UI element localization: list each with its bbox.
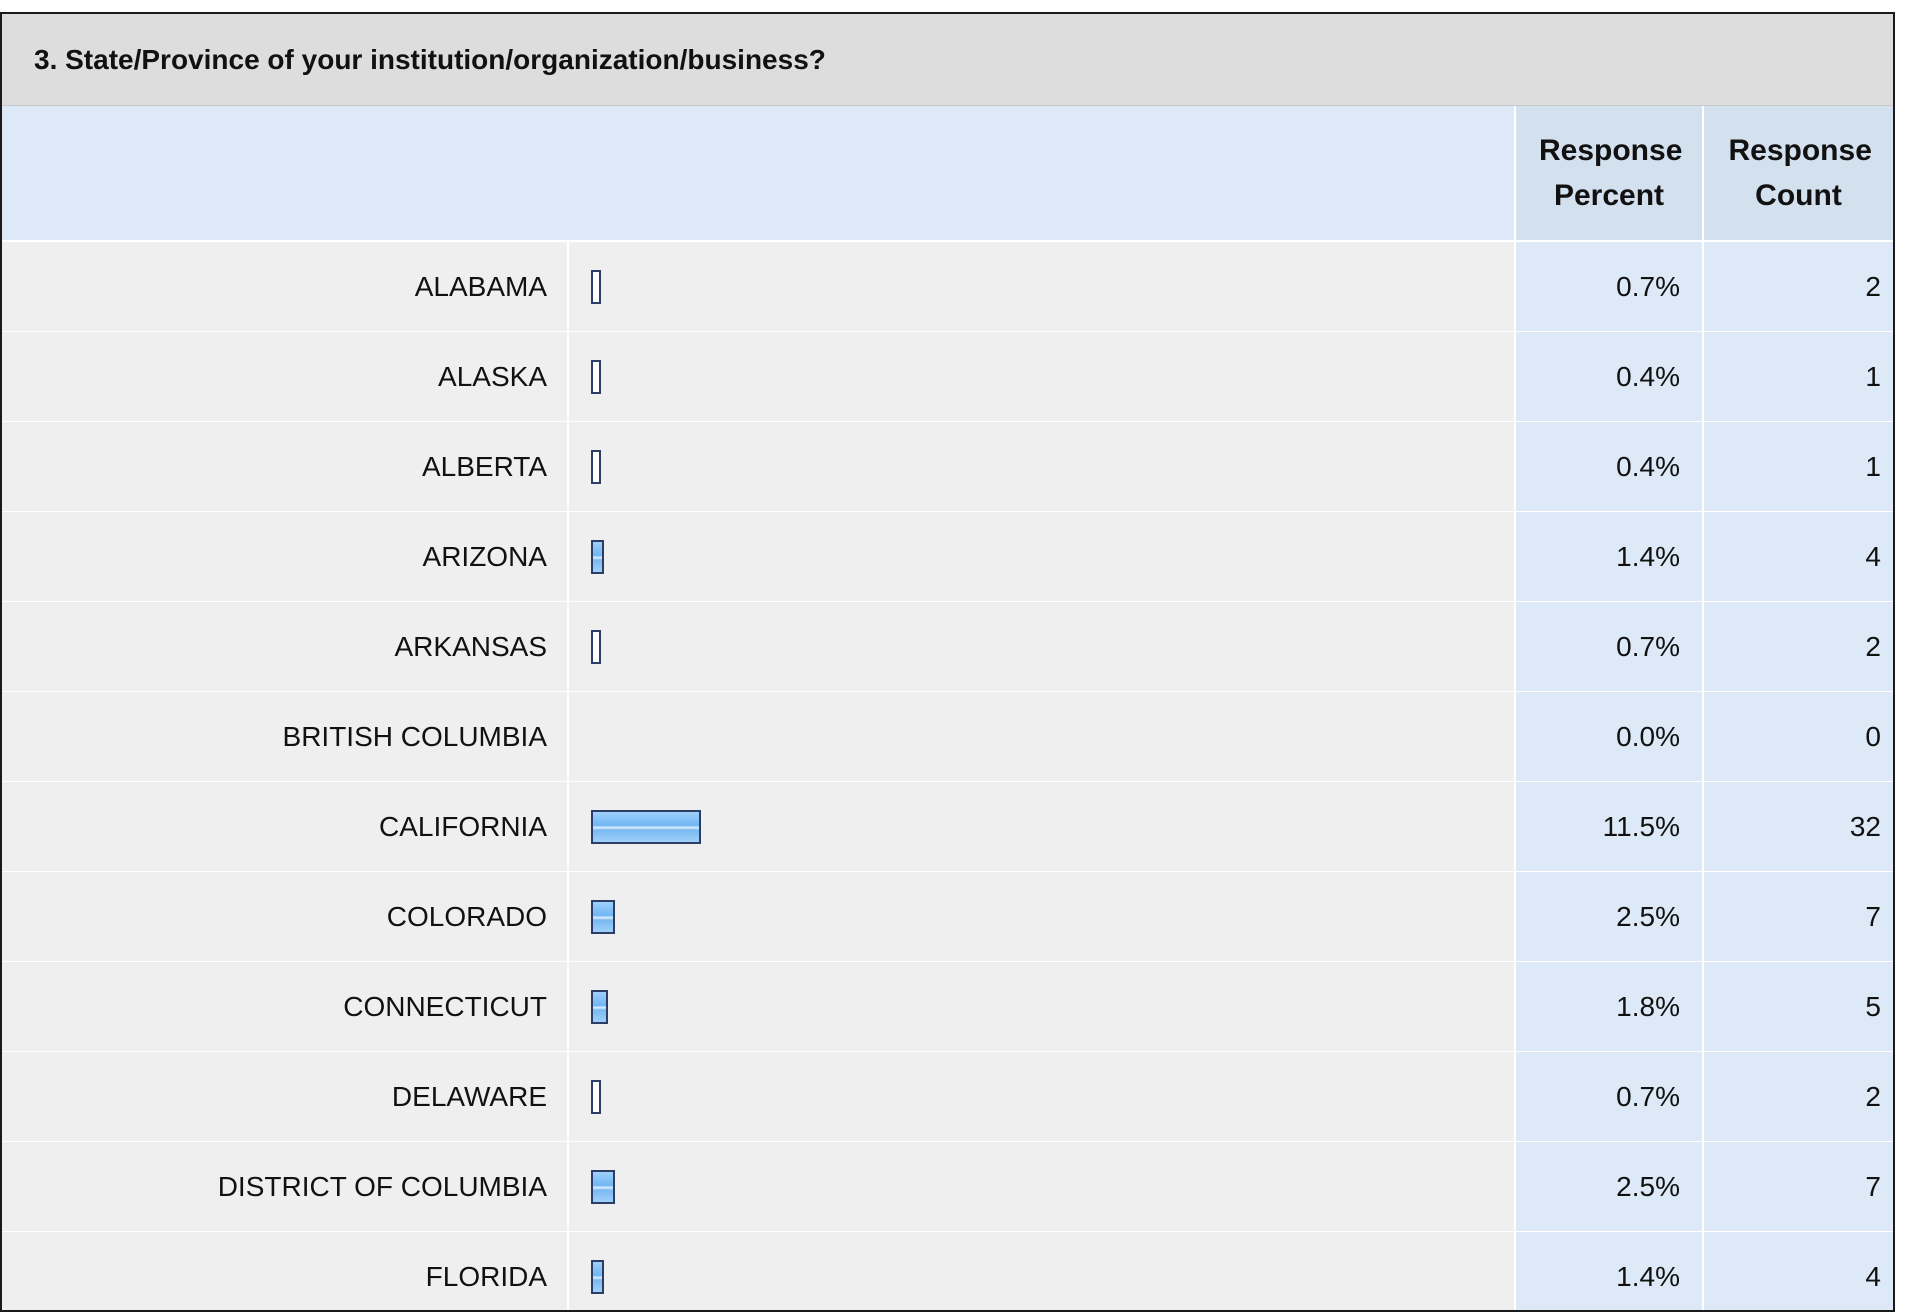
bar [591, 540, 604, 574]
table-row: CALIFORNIA 11.5% 32 [2, 782, 1893, 872]
bar [591, 990, 608, 1024]
table-row: ALASKA 0.4% 1 [2, 332, 1893, 422]
bar [591, 270, 601, 304]
response-count-value: 32 [1704, 782, 1893, 871]
response-percent-value: 0.7% [1516, 242, 1704, 331]
response-percent-value: 1.4% [1516, 512, 1704, 601]
bar [591, 810, 701, 844]
bar-cell [569, 1052, 1516, 1141]
bar-cell [569, 782, 1516, 871]
row-label: ALASKA [2, 332, 569, 421]
response-count-value: 4 [1704, 512, 1893, 601]
response-percent-value: 0.7% [1516, 602, 1704, 691]
table-row: COLORADO 2.5% 7 [2, 872, 1893, 962]
bar-cell [569, 692, 1516, 781]
table-row: ALBERTA 0.4% 1 [2, 422, 1893, 512]
response-count-value: 7 [1704, 1142, 1893, 1231]
row-label: BRITISH COLUMBIA [2, 692, 569, 781]
bar [591, 360, 601, 394]
question-title: 3. State/Province of your institution/or… [2, 14, 1893, 106]
row-label: ALABAMA [2, 242, 569, 331]
table-row: ARIZONA 1.4% 4 [2, 512, 1893, 602]
table-row: ARKANSAS 0.7% 2 [2, 602, 1893, 692]
response-count-value: 0 [1704, 692, 1893, 781]
bar [591, 630, 601, 664]
bar [591, 1260, 604, 1294]
table-body: ALABAMA 0.7% 2 ALASKA 0.4% 1 ALBERTA 0.4% 1 ARIZO… [2, 242, 1893, 1310]
table-row: ALABAMA 0.7% 2 [2, 242, 1893, 332]
table-row: FLORIDA 1.4% 4 [2, 1232, 1893, 1310]
row-label: ARIZONA [2, 512, 569, 601]
table-row: DISTRICT OF COLUMBIA 2.5% 7 [2, 1142, 1893, 1232]
row-label: FLORIDA [2, 1232, 569, 1310]
response-percent-value: 0.4% [1516, 332, 1704, 421]
response-percent-header-label: Response Percent [1539, 134, 1683, 212]
bar [591, 450, 601, 484]
response-count-value: 2 [1704, 242, 1893, 331]
bar [591, 1170, 615, 1204]
bar-cell [569, 962, 1516, 1051]
bar [591, 1080, 601, 1114]
response-percent-value: 1.8% [1516, 962, 1704, 1051]
bar-cell [569, 872, 1516, 961]
bar-cell [569, 242, 1516, 331]
row-label: DELAWARE [2, 1052, 569, 1141]
bar-cell [569, 1232, 1516, 1310]
response-count-value: 2 [1704, 1052, 1893, 1141]
response-count-value: 4 [1704, 1232, 1893, 1310]
response-count-value: 1 [1704, 422, 1893, 511]
bar-cell [569, 1142, 1516, 1231]
table-row: DELAWARE 0.7% 2 [2, 1052, 1893, 1142]
response-percent-value: 0.4% [1516, 422, 1704, 511]
bar-cell [569, 422, 1516, 511]
row-label: ALBERTA [2, 422, 569, 511]
row-label: ARKANSAS [2, 602, 569, 691]
response-count-header: Response Count [1704, 106, 1893, 240]
response-count-value: 7 [1704, 872, 1893, 961]
bar-cell [569, 602, 1516, 691]
row-label: COLORADO [2, 872, 569, 961]
response-percent-value: 0.0% [1516, 692, 1704, 781]
response-percent-header: Response Percent [1516, 106, 1704, 240]
row-label: DISTRICT OF COLUMBIA [2, 1142, 569, 1231]
response-percent-value: 2.5% [1516, 1142, 1704, 1231]
response-count-header-label: Response Count [1728, 134, 1872, 212]
response-count-value: 5 [1704, 962, 1893, 1051]
response-percent-value: 1.4% [1516, 1232, 1704, 1310]
response-percent-value: 0.7% [1516, 1052, 1704, 1141]
bar-cell [569, 512, 1516, 601]
response-count-value: 1 [1704, 332, 1893, 421]
row-label: CALIFORNIA [2, 782, 569, 871]
row-label: CONNECTICUT [2, 962, 569, 1051]
response-count-value: 2 [1704, 602, 1893, 691]
table-row: CONNECTICUT 1.8% 5 [2, 962, 1893, 1052]
header-blank-cell [2, 106, 1516, 240]
survey-question-table: 3. State/Province of your institution/or… [0, 12, 1895, 1312]
table-row: BRITISH COLUMBIA 0.0% 0 [2, 692, 1893, 782]
table-header: Response Percent Response Count [2, 106, 1893, 242]
response-percent-value: 2.5% [1516, 872, 1704, 961]
bar [591, 900, 615, 934]
bar-cell [569, 332, 1516, 421]
response-percent-value: 11.5% [1516, 782, 1704, 871]
